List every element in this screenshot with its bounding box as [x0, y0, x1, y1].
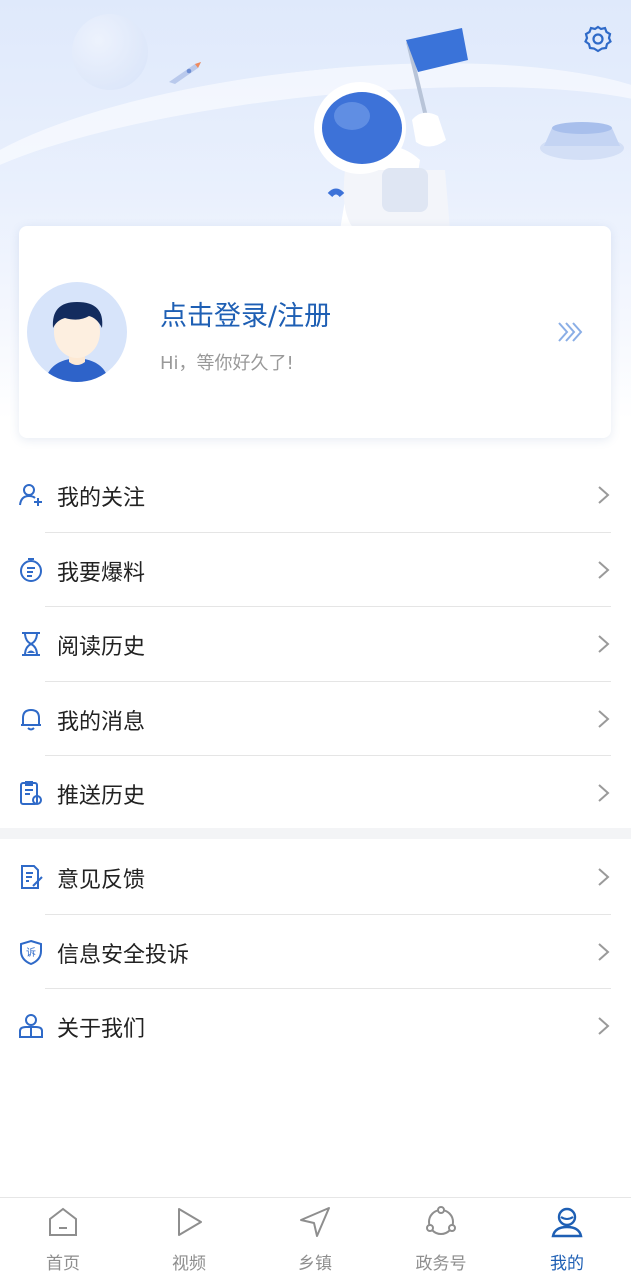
menu-item-about[interactable]: 关于我们	[0, 989, 631, 1064]
login-card[interactable]: 点击登录/注册 Hi，等你好久了!	[19, 226, 611, 438]
menu-label: 意见反馈	[57, 868, 146, 893]
shield-complaint-icon: 诉	[20, 939, 42, 965]
menu-label: 推送历史	[57, 784, 146, 809]
chevron-right-icon	[598, 486, 610, 504]
chevron-right-icon	[598, 709, 610, 728]
tab-label: 视频	[172, 1254, 206, 1274]
menu-group-secondary: 意见反馈 诉 信息安全投诉 关于我们	[0, 840, 631, 1064]
tab-label: 我的	[550, 1254, 584, 1274]
chevron-right-icon	[598, 784, 610, 802]
profile-icon	[551, 1207, 583, 1238]
menu-label: 阅读历史	[57, 635, 146, 660]
bottom-tab-bar: 首页 视频 乡镇 政务号 我的	[0, 1197, 631, 1280]
login-title[interactable]: 点击登录/注册	[160, 294, 331, 333]
menu-item-feedback[interactable]: 意见反馈	[0, 840, 631, 915]
menu-item-push-history[interactable]: 推送历史	[0, 756, 631, 831]
login-subtitle: Hi，等你好久了!	[160, 353, 294, 374]
menu-label: 我的消息	[57, 709, 146, 735]
chevron-right-icon	[598, 868, 610, 886]
rocket-icon	[169, 62, 201, 84]
chevron-right-icon	[598, 635, 610, 653]
menu-label: 我要爆料	[57, 560, 146, 586]
person-badge-icon	[19, 1014, 43, 1038]
menu-label: 关于我们	[57, 1017, 146, 1042]
menu-label: 信息安全投诉	[57, 942, 190, 968]
bell-icon	[21, 708, 41, 730]
chevron-right-icon	[598, 560, 610, 579]
tab-label: 政务号	[415, 1254, 467, 1274]
group-separator	[0, 828, 631, 839]
tab-township[interactable]: 乡镇	[252, 1198, 378, 1280]
default-avatar-icon	[27, 282, 127, 382]
chevron-right-icon	[598, 1017, 610, 1035]
user-add-icon	[19, 484, 42, 506]
hourglass-icon	[22, 632, 40, 656]
menu-item-history[interactable]: 阅读历史	[0, 607, 631, 682]
menu-item-follow[interactable]: 我的关注	[0, 458, 631, 533]
platform-illustration	[540, 122, 624, 160]
menu-item-security-complaint[interactable]: 诉 信息安全投诉	[0, 915, 631, 989]
tab-gov-account[interactable]: 政务号	[378, 1198, 504, 1280]
timer-report-icon	[20, 557, 42, 582]
planet-illustration	[72, 14, 148, 90]
play-icon	[178, 1208, 202, 1236]
edit-document-icon	[21, 865, 43, 889]
tab-mine[interactable]: 我的	[504, 1198, 630, 1280]
home-icon	[49, 1207, 77, 1236]
menu-group-primary: 我的关注 我要爆料 阅读历史 我的消息 推送历史	[0, 458, 631, 831]
menu-label: 我的关注	[57, 486, 146, 511]
tab-video[interactable]: 视频	[126, 1198, 252, 1280]
settings-gear-icon[interactable]	[583, 24, 613, 54]
tab-home[interactable]: 首页	[0, 1198, 126, 1280]
svg-text:诉: 诉	[26, 946, 36, 959]
navigation-icon	[300, 1207, 330, 1237]
astronaut-illustration	[314, 28, 468, 230]
menu-item-messages[interactable]: 我的消息	[0, 682, 631, 756]
chevron-right-icon	[598, 942, 610, 961]
double-chevron-right-icon	[558, 322, 583, 342]
clipboard-eye-icon	[20, 781, 42, 805]
tab-label: 乡镇	[298, 1254, 332, 1274]
tab-label: 首页	[46, 1254, 80, 1274]
menu-item-report[interactable]: 我要爆料	[0, 533, 631, 607]
share-circle-icon	[426, 1206, 456, 1235]
